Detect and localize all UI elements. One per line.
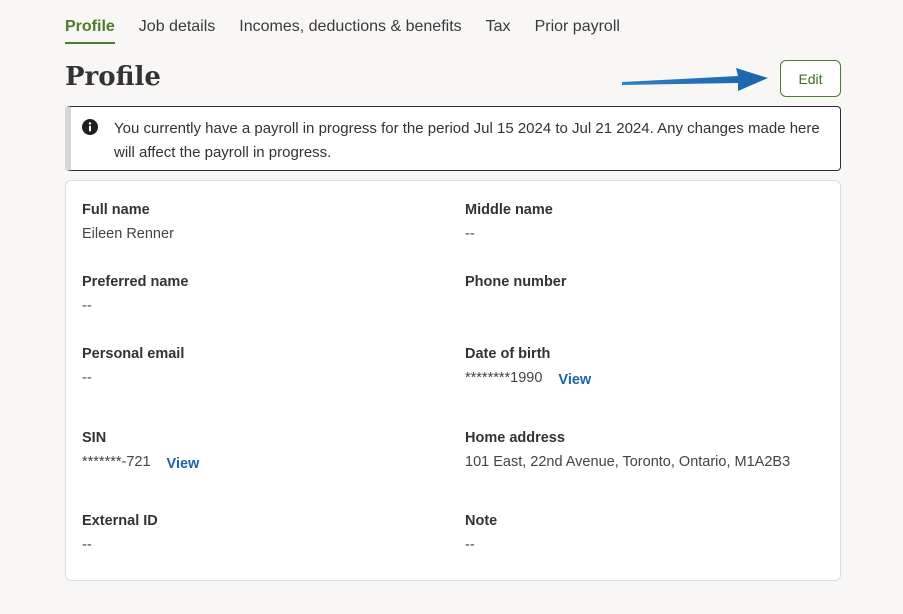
field-value: ********1990 View xyxy=(465,369,591,389)
payroll-in-progress-alert: You currently have a payroll in progress… xyxy=(65,106,841,171)
tab-bar: Profile Job details Incomes, deductions … xyxy=(65,18,644,44)
tab-profile[interactable]: Profile xyxy=(65,18,115,44)
field-value: -- xyxy=(82,298,92,314)
masked-date-of-birth: ********1990 xyxy=(465,370,543,387)
profile-details-card: Full name Eileen Renner Middle name -- P… xyxy=(65,180,841,581)
field-label: Middle name xyxy=(465,202,553,218)
field-label: Personal email xyxy=(82,346,185,362)
field-label: Phone number xyxy=(465,274,567,290)
tab-job-details[interactable]: Job details xyxy=(139,18,216,44)
view-sin-link[interactable]: View xyxy=(167,455,200,473)
field-value: 101 East, 22nd Avenue, Toronto, Ontario,… xyxy=(465,454,791,470)
field-value: -- xyxy=(82,537,92,553)
field-middle-name: Middle name -- xyxy=(465,201,553,243)
field-note: Note -- xyxy=(465,512,497,554)
field-preferred-name: Preferred name -- xyxy=(82,273,188,315)
info-circle-icon xyxy=(82,119,98,135)
field-label: External ID xyxy=(82,513,158,529)
arrow-right-icon xyxy=(622,68,768,91)
field-label: Date of birth xyxy=(465,346,551,362)
field-label: Preferred name xyxy=(82,274,189,290)
field-label: Full name xyxy=(82,202,150,218)
field-label: Home address xyxy=(465,430,565,446)
page-title: Profile xyxy=(65,62,161,92)
field-value: Eileen Renner xyxy=(82,226,174,242)
field-home-address: Home address 101 East, 22nd Avenue, Toro… xyxy=(465,429,790,471)
field-date-of-birth: Date of birth ********1990 View xyxy=(465,345,591,389)
field-label: Note xyxy=(465,513,498,529)
tab-incomes-deductions-benefits[interactable]: Incomes, deductions & benefits xyxy=(239,18,461,44)
masked-sin: *******-721 xyxy=(82,454,151,471)
field-value: -- xyxy=(465,537,475,553)
field-sin: SIN *******-721 View xyxy=(82,429,200,473)
tab-tax[interactable]: Tax xyxy=(486,18,511,44)
edit-button[interactable]: Edit xyxy=(780,60,841,97)
field-value: *******-721 View xyxy=(82,453,200,473)
field-external-id: External ID -- xyxy=(82,512,158,554)
view-date-of-birth-link[interactable]: View xyxy=(558,371,591,389)
field-phone-number: Phone number xyxy=(465,273,567,297)
field-value: -- xyxy=(82,370,92,386)
field-value: -- xyxy=(465,226,475,242)
field-personal-email: Personal email -- xyxy=(82,345,184,387)
tab-prior-payroll[interactable]: Prior payroll xyxy=(535,18,620,44)
field-full-name: Full name Eileen Renner xyxy=(82,201,174,243)
field-label: SIN xyxy=(82,430,107,446)
alert-message: You currently have a payroll in progress… xyxy=(114,120,820,161)
profile-page: Profile Job details Incomes, deductions … xyxy=(0,0,903,614)
